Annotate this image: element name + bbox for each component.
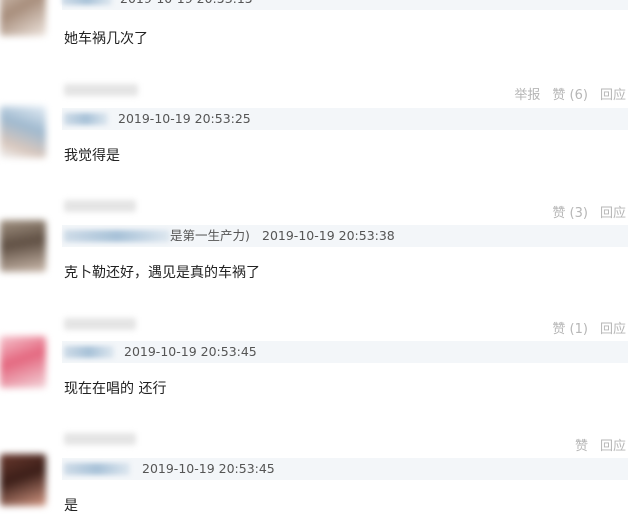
user-note: 是第一生产力) xyxy=(170,228,250,243)
like-link[interactable]: 赞 (6) xyxy=(552,84,588,103)
reply-link[interactable]: 回应 xyxy=(600,318,626,337)
comment-timestamp: 2019-10-19 20:53:38 xyxy=(262,228,395,243)
avatar[interactable] xyxy=(0,106,46,158)
comment-meta: 是第一生产力) 2019-10-19 20:53:38 xyxy=(62,225,628,247)
avatar[interactable] xyxy=(0,220,46,272)
comment-text: 我觉得是 xyxy=(64,148,120,164)
user-id-blurred xyxy=(64,346,114,358)
like-link[interactable]: 赞 (1) xyxy=(552,318,588,337)
user-id-blurred xyxy=(62,0,112,5)
comment-meta: 2019-10-19 20:53:45 xyxy=(62,458,628,480)
comment-actions: 赞 (1) 回应 xyxy=(552,318,626,337)
comment-timestamp: 2019-10-19 20:53:25 xyxy=(118,111,251,126)
avatar[interactable] xyxy=(0,0,46,36)
reply-link[interactable]: 回应 xyxy=(600,84,626,103)
like-link[interactable]: 赞 xyxy=(575,435,588,454)
avatar[interactable] xyxy=(0,336,46,388)
reply-link[interactable]: 回应 xyxy=(600,202,626,221)
comment-text: 克卜勒还好，遇见是真的车祸了 xyxy=(64,265,260,281)
comment-meta: 2019-10-19 20:53:15 xyxy=(62,0,628,10)
like-link[interactable]: 赞 (3) xyxy=(552,202,588,221)
comment-actions: 赞 (3) 回应 xyxy=(552,202,626,221)
user-id-blurred xyxy=(64,113,108,125)
comment-timestamp: 2019-10-19 20:53:45 xyxy=(124,344,257,359)
username-blurred[interactable] xyxy=(64,84,138,96)
avatar[interactable] xyxy=(0,454,46,506)
username-blurred[interactable] xyxy=(64,200,136,212)
comment-actions: 举报 赞 (6) 回应 xyxy=(514,84,626,103)
comment-meta: 2019-10-19 20:53:45 xyxy=(62,341,628,363)
user-id-blurred xyxy=(64,230,170,242)
comment-timestamp: 2019-10-19 20:53:45 xyxy=(142,461,275,476)
comment-text: 她车祸几次了 xyxy=(64,31,148,47)
comment-meta: 2019-10-19 20:53:25 xyxy=(62,108,628,130)
username-blurred[interactable] xyxy=(64,318,136,330)
reply-link[interactable]: 回应 xyxy=(600,435,626,454)
comment-actions: 赞 回应 xyxy=(575,435,626,454)
username-blurred[interactable] xyxy=(64,433,136,445)
report-link[interactable]: 举报 xyxy=(514,84,540,103)
comment-text: 是 xyxy=(64,498,78,514)
comment-text: 现在在唱的 还行 xyxy=(64,381,167,397)
comment-timestamp: 2019-10-19 20:53:15 xyxy=(120,0,253,10)
user-id-blurred xyxy=(64,463,130,475)
